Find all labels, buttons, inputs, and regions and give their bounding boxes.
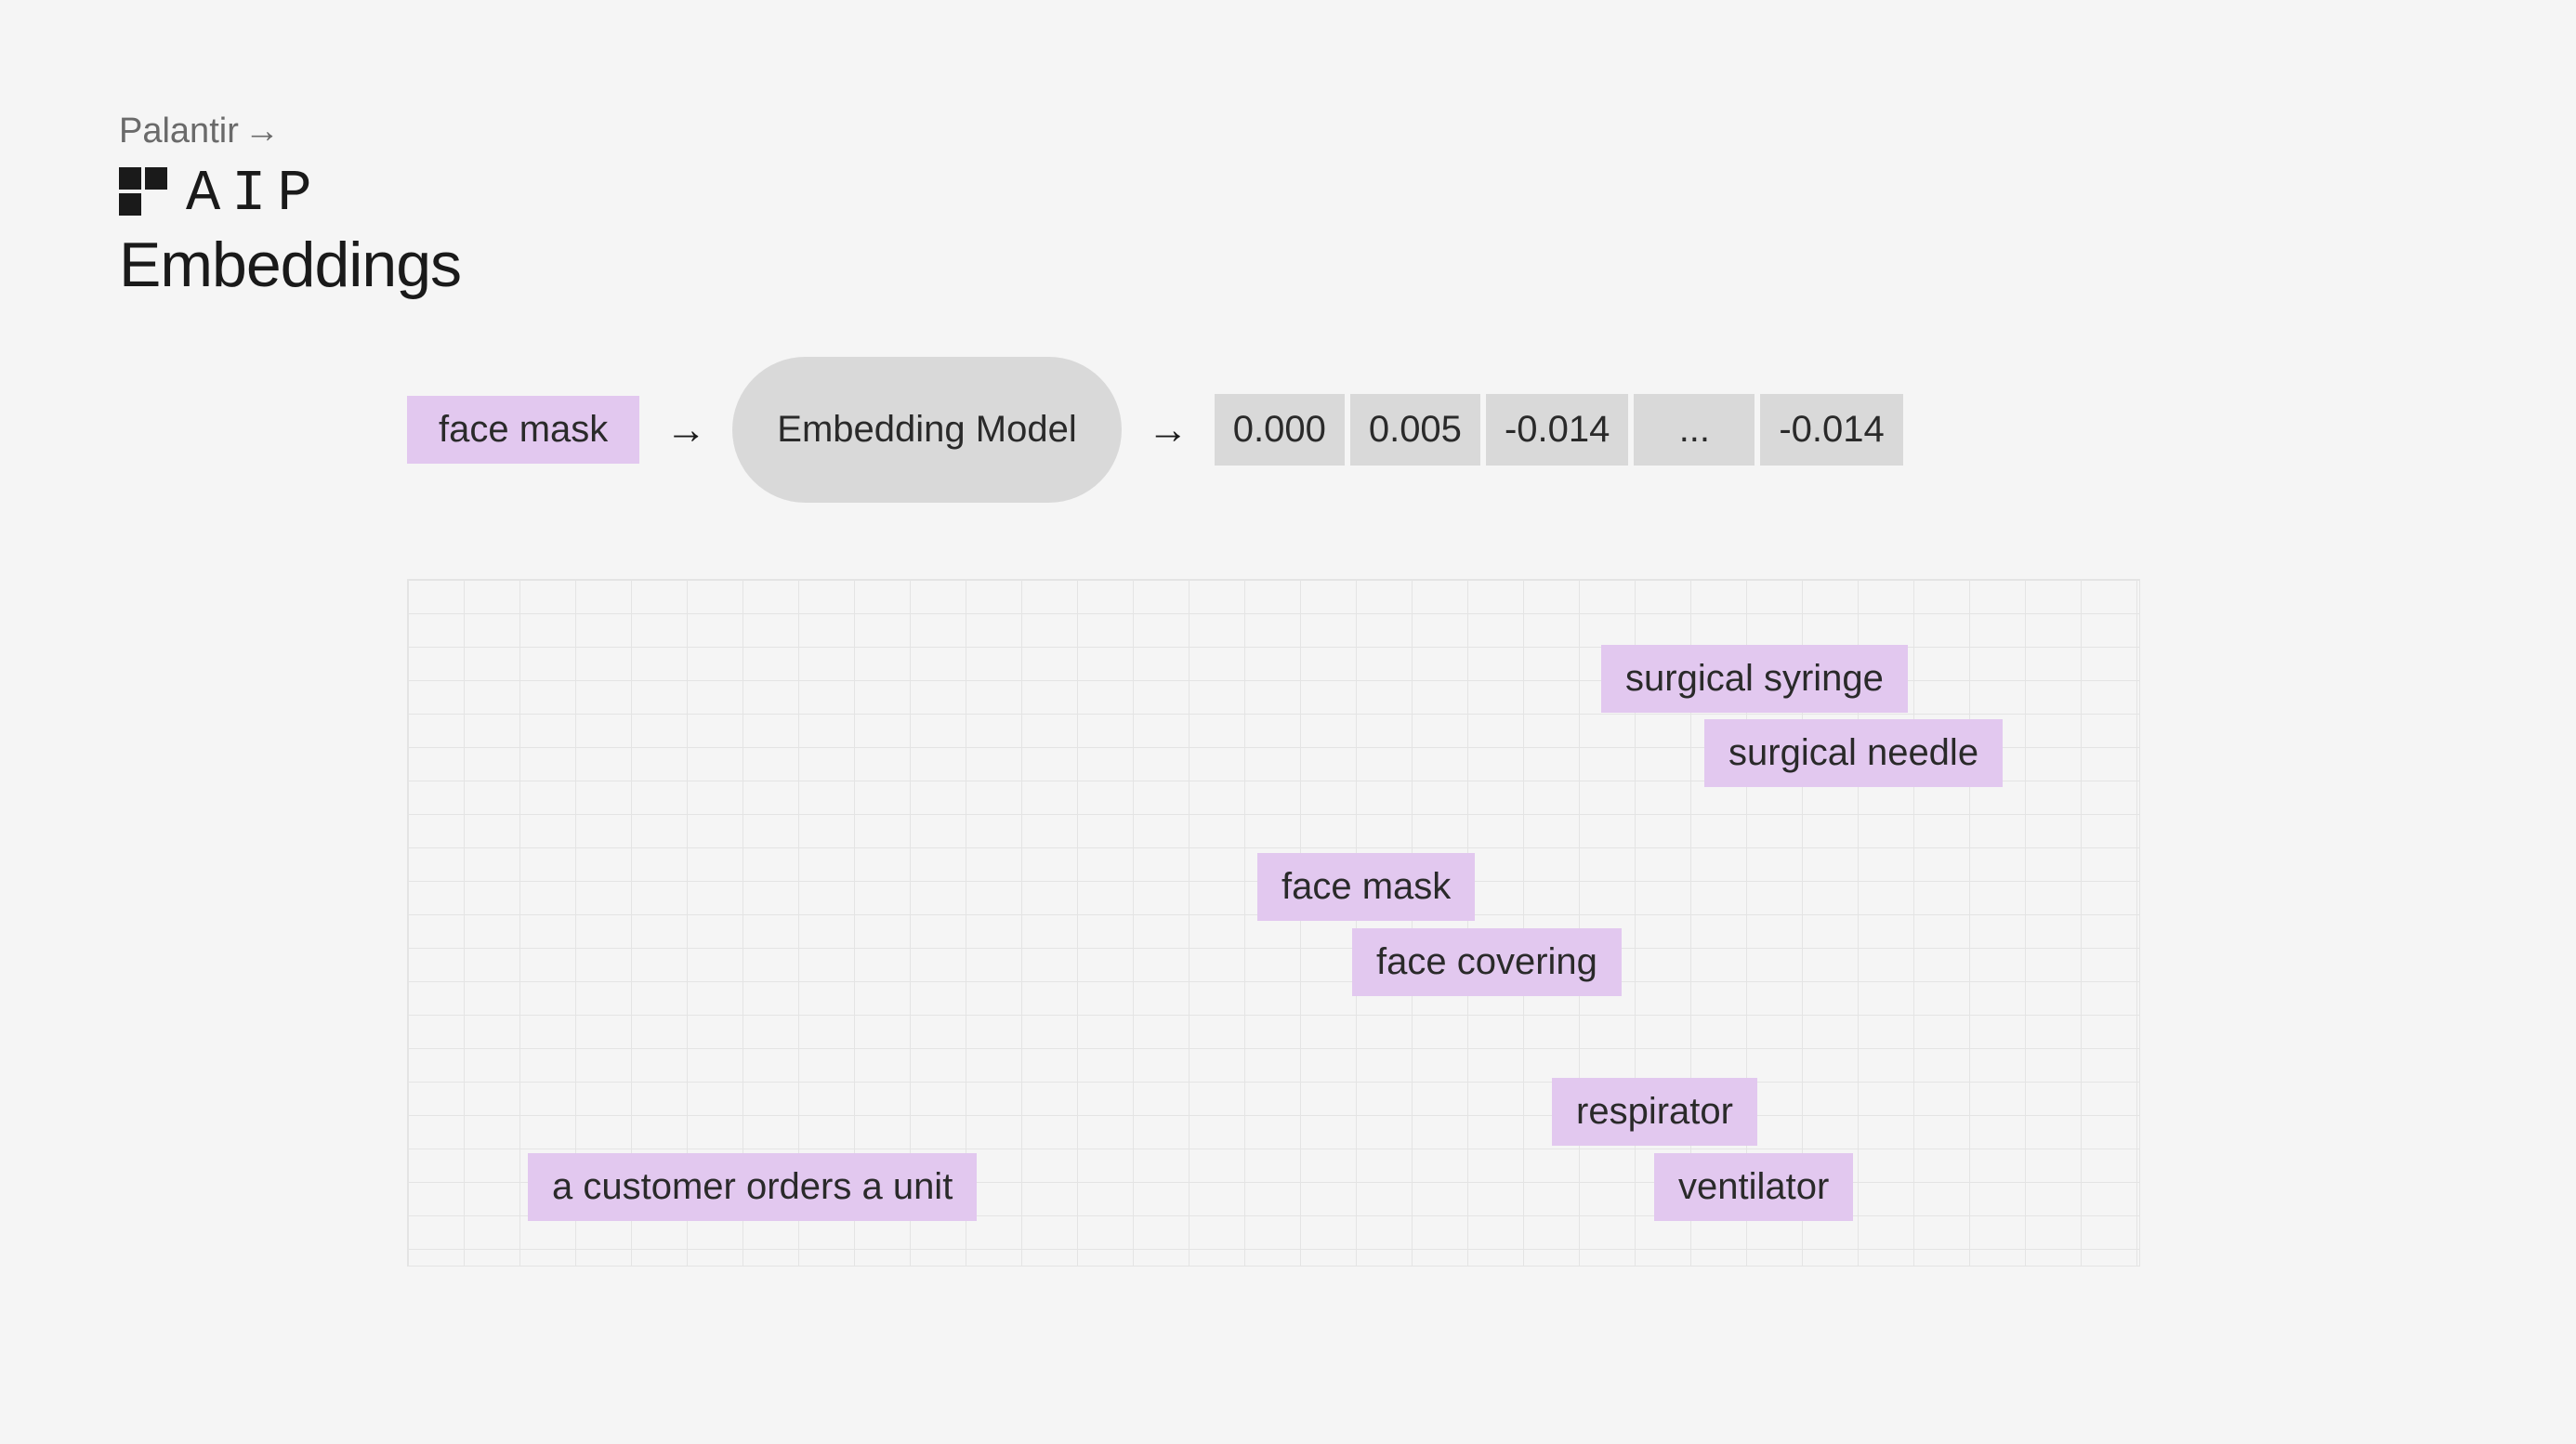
embedding-chip: respirator: [1552, 1078, 1757, 1146]
brand-arrow-icon: →: [244, 112, 280, 151]
page-title: Embeddings: [119, 229, 2457, 301]
vector-cell: 0.005: [1350, 394, 1480, 466]
pipeline-input-chip: face mask: [407, 396, 639, 464]
brand-name: Palantir: [119, 112, 239, 151]
brand-line: Palantir →: [119, 112, 2457, 151]
vector-cell: -0.014: [1760, 394, 1902, 466]
vector-cell: -0.014: [1486, 394, 1628, 466]
embedding-model-pill: Embedding Model: [732, 357, 1121, 503]
embedding-chip: surgical needle: [1704, 719, 2003, 787]
arrow-icon: →: [1148, 407, 1189, 453]
embedding-space-grid: surgical syringesurgical needle face mask…: [407, 579, 2140, 1267]
embedding-chip: surgical syringe: [1601, 645, 1908, 713]
embedding-chip: face covering: [1352, 928, 1622, 996]
embedding-chip: a customer orders a unit: [528, 1153, 977, 1221]
aip-logo-icon: [119, 167, 167, 220]
embedding-pipeline: face mask → Embedding Model → 0.000 0.00…: [407, 357, 2457, 503]
product-name: AIP: [186, 161, 323, 227]
header: Palantir → AIP Embeddings: [119, 112, 2457, 301]
vector-cell: 0.000: [1215, 394, 1345, 466]
arrow-icon: →: [665, 407, 706, 453]
embedding-chip: face mask: [1257, 853, 1475, 921]
embedding-chip: ventilator: [1654, 1153, 1853, 1221]
embedding-vector: 0.000 0.005 -0.014 ... -0.014: [1215, 394, 1903, 466]
vector-cell: ...: [1634, 394, 1755, 466]
product-logo-row: AIP: [119, 161, 2457, 227]
